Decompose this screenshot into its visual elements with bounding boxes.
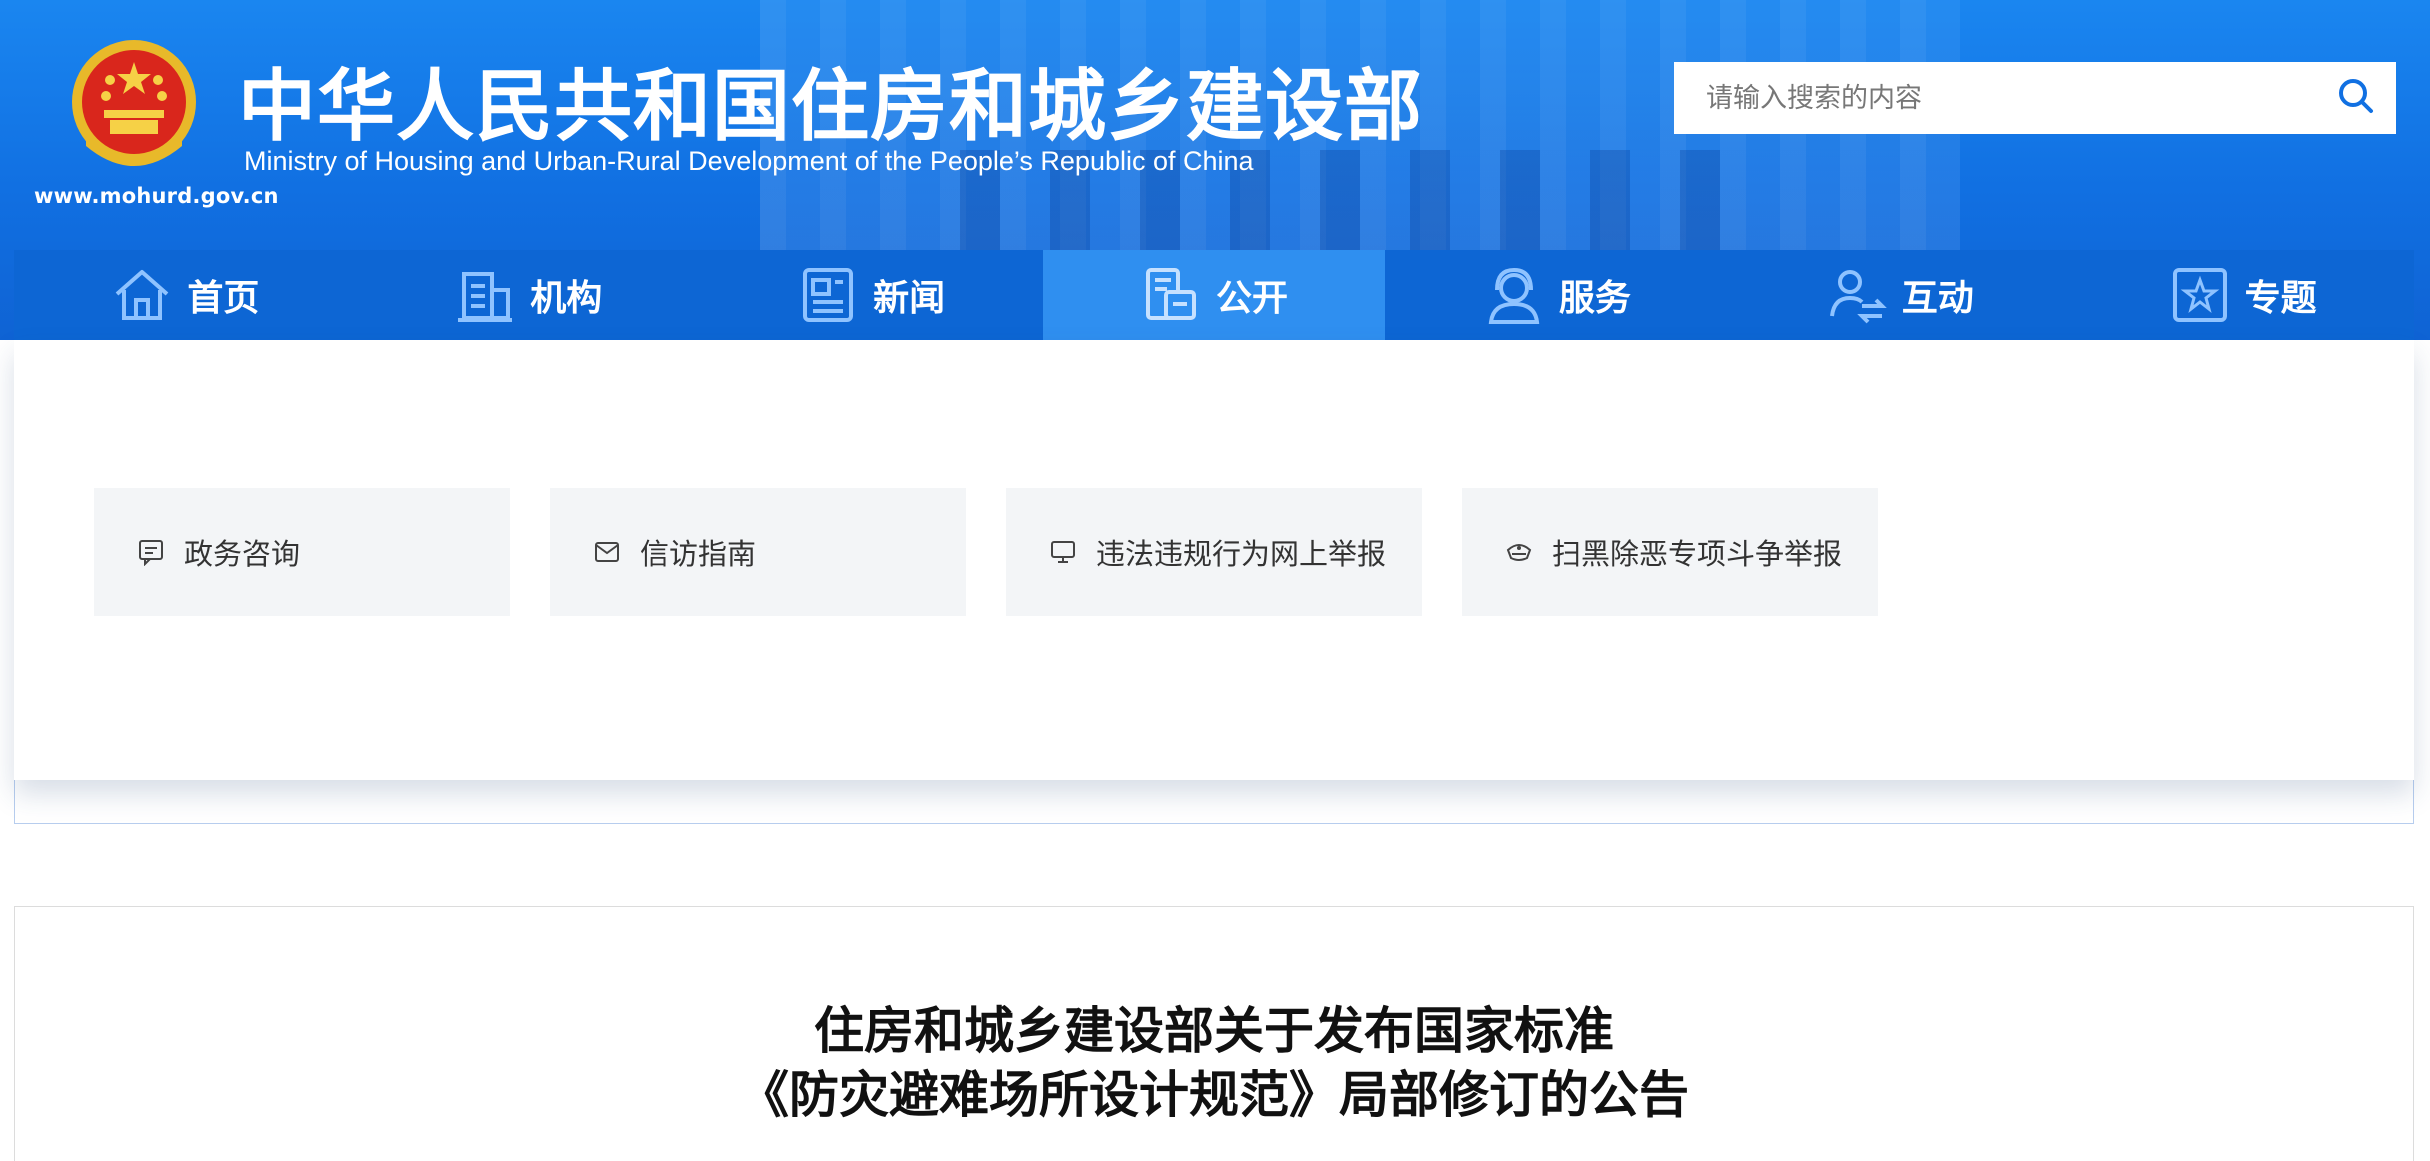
service-card-petition-guide[interactable]: 信访指南 — [550, 488, 966, 616]
police-cap-icon — [1504, 537, 1534, 567]
public-info-icon — [1140, 264, 1202, 326]
article-title-line-2: 《防灾避难场所设计规范》局部修订的公告 — [739, 1066, 1689, 1124]
nav-item-label: 新闻 — [873, 278, 946, 319]
nav-item-organization[interactable]: 机构 — [357, 250, 700, 340]
article-container: 住房和城乡建设部关于发布国家标准 《防灾避难场所设计规范》局部修订的公告 — [14, 906, 2414, 1161]
service-card-violation-report[interactable]: 违法违规行为网上举报 — [1006, 488, 1422, 616]
nav-item-home[interactable]: 首页 — [14, 250, 357, 340]
nav-item-interaction[interactable]: 互动 — [1728, 250, 2071, 340]
message-icon — [136, 537, 166, 567]
article-title-line-1: 住房和城乡建设部关于发布国家标准 — [814, 1002, 1614, 1060]
site-title[interactable]: 中华人民共和国住房和城乡建设部 — [238, 44, 1423, 156]
nav-item-label: 机构 — [530, 278, 603, 319]
search-icon — [2337, 77, 2375, 119]
service-card-label: 信访指南 — [640, 537, 757, 571]
dropdown-panel: 政务咨询 信访指南 违法违规行为网上举报 扫黑除恶专项斗争举报 — [14, 340, 2414, 780]
interaction-icon — [1826, 264, 1888, 326]
search-input[interactable] — [1674, 62, 2316, 134]
monitor-icon — [1048, 537, 1078, 567]
star-topic-icon — [2169, 264, 2231, 326]
customer-service-icon — [1483, 264, 1545, 326]
mail-icon — [592, 537, 622, 567]
national-emblem-icon[interactable] — [66, 36, 202, 176]
nav-item-label: 互动 — [1901, 278, 1974, 319]
news-icon — [797, 264, 859, 326]
service-card-label: 违法违规行为网上举报 — [1096, 537, 1387, 571]
nav-item-service[interactable]: 服务 — [1385, 250, 1728, 340]
service-card-label: 政务咨询 — [184, 537, 301, 571]
building-icon — [454, 264, 516, 326]
service-card-consultation[interactable]: 政务咨询 — [94, 488, 510, 616]
search-box — [1674, 62, 2396, 134]
site-url[interactable]: www.mohurd.gov.cn — [34, 184, 279, 208]
main-nav: 首页 机构 新闻 公开 服务 互动 专题 — [14, 250, 2414, 340]
service-card-anti-crime-report[interactable]: 扫黑除恶专项斗争举报 — [1462, 488, 1878, 616]
home-icon — [111, 264, 173, 326]
nav-item-label: 服务 — [1558, 278, 1631, 319]
nav-item-news[interactable]: 新闻 — [700, 250, 1043, 340]
service-card-label: 扫黑除恶专项斗争举报 — [1552, 537, 1843, 571]
search-button[interactable] — [2316, 62, 2396, 134]
nav-item-public-info[interactable]: 公开 — [1042, 250, 1386, 340]
nav-item-label: 公开 — [1216, 278, 1289, 319]
site-subtitle-english: Ministry of Housing and Urban-Rural Deve… — [244, 146, 1254, 176]
nav-item-topics[interactable]: 专题 — [2071, 250, 2414, 340]
nav-item-label: 专题 — [2244, 278, 2317, 319]
nav-item-label: 首页 — [187, 278, 260, 319]
